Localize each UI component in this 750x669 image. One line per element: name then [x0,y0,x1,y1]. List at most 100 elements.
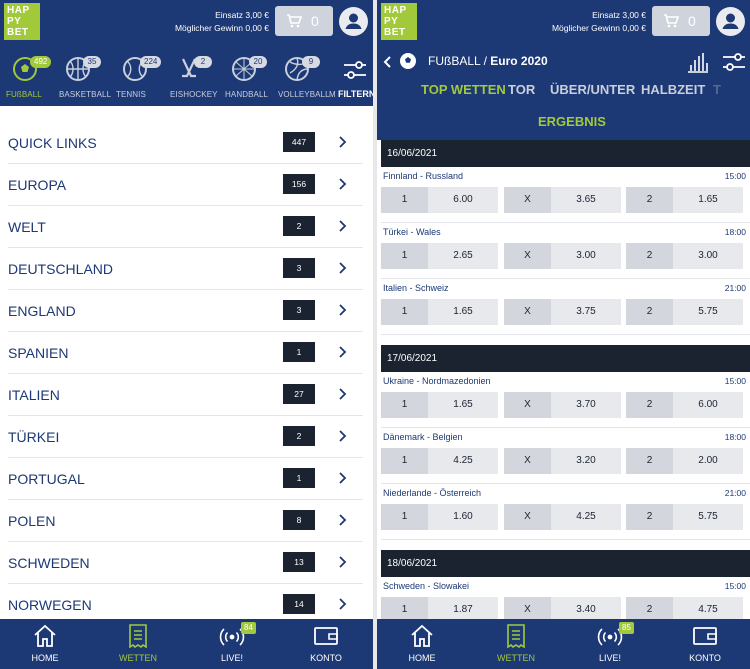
stake-label: Einsatz 3,00 € [215,10,269,20]
odd-value: 3.00 [673,243,743,269]
cart-count: 0 [311,13,319,29]
app-header: HAP PY BET Einsatz 3,00 € Möglicher Gewi… [0,0,373,44]
sport-count-badge: 2 [194,56,212,68]
breadcrumb-sport[interactable]: FUßBALL / [428,54,490,68]
nav-konto[interactable]: KONTO [291,619,361,669]
sport-handball[interactable]: 20 HANDBALL [225,44,285,106]
match-teams: Türkei - Wales [383,227,441,237]
chevron-left-icon[interactable] [383,56,391,68]
category-name: TÜRKEI [8,429,60,445]
odd-button-2[interactable]: 2 5.75 [626,504,743,530]
odd-button-x[interactable]: X 3.70 [504,392,621,418]
nav-live[interactable]: 85 LIVE! [575,619,645,669]
category-row[interactable]: SPANIEN 1 [8,332,363,374]
tab-top-wetten[interactable]: TOP WETTEN [421,82,506,97]
odd-button-1[interactable]: 1 6.00 [381,187,498,213]
category-row[interactable]: QUICK LINKS 447 [8,122,363,164]
category-row[interactable]: PORTUGAL 1 [8,458,363,500]
match-row[interactable]: Türkei - Wales 18:00 1 2.65 X 3.00 2 3.00 [381,223,750,279]
category-count-badge: 2 [283,426,315,446]
date-header: 18/06/2021 [381,550,750,577]
category-count-badge: 27 [283,384,315,404]
odd-label: 1 [381,299,428,325]
odd-button-x[interactable]: X 4.25 [504,504,621,530]
odd-button-x[interactable]: X 3.20 [504,448,621,474]
tab-ergebnis[interactable]: ERGEBNIS [538,114,606,129]
nav-wetten[interactable]: WETTEN [481,619,551,669]
tab-halbzeit[interactable]: HALBZEIT [641,82,705,97]
odd-label: 2 [626,392,673,418]
sport-label: FUßBALL [6,90,42,99]
match-row[interactable]: Finnland - Russland 15:00 1 6.00 X 3.65 2 1.65 [381,167,750,223]
betslip-button[interactable]: 0 [275,6,333,36]
stake-label: Einsatz 3,00 € [592,10,646,20]
nav-home[interactable]: HOME [10,619,80,669]
happybet-logo[interactable]: HAP PY BET [381,3,417,40]
nav-wetten[interactable]: WETTEN [103,619,173,669]
odd-value: 1.65 [428,392,498,418]
odd-button-1[interactable]: 1 2.65 [381,243,498,269]
odd-label: X [504,299,551,325]
category-row[interactable]: POLEN 8 [8,500,363,542]
live-count-badge: 84 [241,622,256,634]
match-row[interactable]: Ukraine - Nordmazedonien 15:00 1 1.65 X 3.70 2… [381,372,750,428]
nav-live[interactable]: 84 LIVE! [197,619,267,669]
market-tabs: TOP WETTEN TOR ÜBER/UNTER HALBZEIT T ERG… [377,78,750,140]
tab-tor[interactable]: TOR [508,82,535,97]
category-row[interactable]: WELT 2 [8,206,363,248]
tab-ueber-unter[interactable]: ÜBER/UNTER [550,82,635,97]
odd-button-2[interactable]: 2 1.65 [626,187,743,213]
match-time: 21:00 [724,488,746,498]
odd-value: 4.25 [428,448,498,474]
odd-button-x[interactable]: X 3.00 [504,243,621,269]
account-avatar[interactable] [339,7,368,36]
category-row[interactable]: TÜRKEI 2 [8,416,363,458]
statistics-icon[interactable] [686,51,710,73]
category-row[interactable]: ENGLAND 3 [8,290,363,332]
sliders-icon[interactable] [722,52,746,72]
odd-label: X [504,504,551,530]
date-header: 17/06/2021 [381,345,750,372]
odd-button-x[interactable]: X 3.75 [504,299,621,325]
account-avatar[interactable] [716,7,745,36]
odd-button-2[interactable]: 2 3.00 [626,243,743,269]
category-row[interactable]: DEUTSCHLAND 3 [8,248,363,290]
right-screen: HAP PY BET Einsatz 3,00 € Möglicher Gewi… [377,0,750,669]
sport-tennis[interactable]: 224 TENNIS [116,44,176,106]
odd-value: 3.75 [551,299,621,325]
odd-button-2[interactable]: 2 6.00 [626,392,743,418]
odd-button-2[interactable]: 2 5.75 [626,299,743,325]
odd-value: 1.60 [428,504,498,530]
odd-button-1[interactable]: 1 4.25 [381,448,498,474]
odd-button-1[interactable]: 1 1.65 [381,299,498,325]
betslip-button[interactable]: 0 [652,6,710,36]
sport-fussball[interactable]: 492 FUßBALL [6,44,66,106]
filter-button[interactable]: FILTERN [337,44,373,106]
match-row[interactable]: Italien - Schweiz 21:00 1 1.65 X 3.75 2 5.75 [381,279,750,335]
match-teams: Schweden - Slowakei [383,581,470,591]
odd-value: 1.65 [673,187,743,213]
sport-label: BASKETBALL [59,90,112,99]
nav-label: WETTEN [497,653,535,663]
wallet-icon [693,627,717,645]
sport-basketball[interactable]: 35 BASKETBALL [59,44,119,106]
odd-button-2[interactable]: 2 2.00 [626,448,743,474]
odd-button-1[interactable]: 1 1.65 [381,392,498,418]
match-row[interactable]: Niederlande - Österreich 21:00 1 1.60 X 4.25 2… [381,484,750,540]
category-row[interactable]: ITALIEN 27 [8,374,363,416]
category-count-badge: 3 [283,300,315,320]
match-time: 15:00 [724,376,746,386]
category-row[interactable]: EUROPA 156 [8,164,363,206]
match-row[interactable]: Dänemark - Belgien 18:00 1 4.25 X 3.20 2 2.00 [381,428,750,484]
category-row[interactable]: SCHWEDEN 13 [8,542,363,584]
tab-more[interactable]: T [713,82,721,97]
odd-button-x[interactable]: X 3.65 [504,187,621,213]
chevron-right-icon [339,472,347,484]
sport-eishockey[interactable]: 2 EISHOCKEY [170,44,230,106]
nav-konto[interactable]: KONTO [670,619,740,669]
bottom-nav: HOME WETTEN 84 LIVE! KONTO [0,619,373,669]
happybet-logo[interactable]: HAP PY BET [4,3,40,40]
category-name: ENGLAND [8,303,76,319]
nav-home[interactable]: HOME [387,619,457,669]
odd-button-1[interactable]: 1 1.60 [381,504,498,530]
